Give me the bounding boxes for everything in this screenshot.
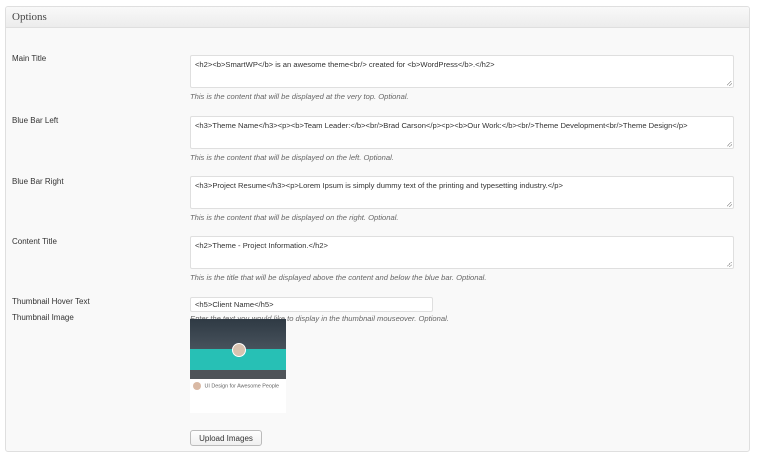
thumbnail-caption-area: UI Design for Awesome People	[190, 379, 286, 393]
resize-grip-icon[interactable]	[727, 142, 732, 147]
blue-bar-left-textarea[interactable]: <h3>Theme Name</h3><p><b>Team Leader:</b…	[190, 116, 734, 149]
options-panel: Options Main Title <h2><b>SmartWP</b> is…	[5, 6, 750, 452]
blue-bar-right-value: <h3>Project Resume</h3><p>Lorem Ipsum is…	[195, 181, 563, 190]
avatar	[232, 343, 246, 357]
blue-bar-right-label: Blue Bar Right	[12, 177, 64, 186]
main-title-label: Main Title	[12, 54, 47, 63]
blue-bar-left-description: This is the content that will be display…	[190, 153, 394, 162]
thumbnail-dark-bar	[190, 370, 286, 379]
mini-avatar-icon	[193, 382, 201, 390]
hover-text-input[interactable]: <h5>Client Name</h5>	[190, 297, 433, 312]
content-title-label: Content Title	[12, 237, 57, 246]
main-title-value: <h2><b>SmartWP</b> is an awesome theme<b…	[195, 60, 495, 69]
resize-grip-icon[interactable]	[727, 262, 732, 267]
panel-title: Options	[6, 7, 749, 28]
thumbnail-preview: UI Design for Awesome People	[190, 319, 286, 413]
hover-text-label: Thumbnail Hover Text	[12, 297, 90, 306]
thumbnail-image-label: Thumbnail Image	[12, 313, 74, 322]
blue-bar-right-description: This is the content that will be display…	[190, 213, 399, 222]
content-title-textarea[interactable]: <h2>Theme - Project Information.</h2>	[190, 236, 734, 269]
blue-bar-right-textarea[interactable]: <h3>Project Resume</h3><p>Lorem Ipsum is…	[190, 176, 734, 209]
main-title-textarea[interactable]: <h2><b>SmartWP</b> is an awesome theme<b…	[190, 55, 734, 88]
thumbnail-caption: UI Design for Awesome People	[204, 383, 280, 390]
blue-bar-left-label: Blue Bar Left	[12, 116, 59, 125]
blue-bar-left-value: <h3>Theme Name</h3><p><b>Team Leader:</b…	[195, 121, 688, 130]
resize-grip-icon[interactable]	[727, 202, 732, 207]
content-title-value: <h2>Theme - Project Information.</h2>	[195, 241, 328, 250]
upload-images-button[interactable]: Upload Images	[190, 430, 262, 446]
hover-text-value: <h5>Client Name</h5>	[195, 300, 274, 309]
main-title-description: This is the content that will be display…	[190, 92, 409, 101]
thumbnail-teal-band	[190, 343, 286, 370]
resize-grip-icon[interactable]	[727, 81, 732, 86]
content-title-description: This is the title that will be displayed…	[190, 273, 487, 282]
